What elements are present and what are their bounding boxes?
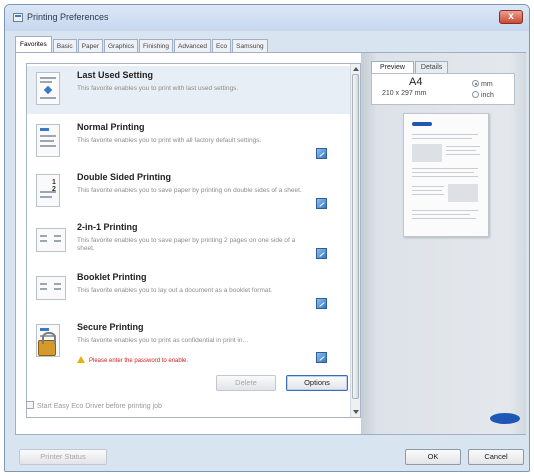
edit-icon[interactable]	[316, 198, 327, 209]
scroll-thumb[interactable]	[352, 74, 359, 399]
unit-radio-inch[interactable]	[472, 91, 479, 98]
tab-bar: Favorites Basic Paper Graphics Finishing…	[15, 36, 269, 53]
lock-icon	[38, 332, 56, 356]
tab-preview[interactable]: Preview	[371, 61, 414, 73]
two-up-icon	[36, 228, 66, 252]
booklet-icon	[36, 276, 66, 300]
favorite-item-secure[interactable]: Secure Printing This favorite enables yo…	[27, 318, 350, 372]
scroll-up-icon[interactable]	[353, 67, 359, 71]
favorite-description: This favorite enables you to lay out a d…	[77, 287, 273, 294]
tab-finishing[interactable]: Finishing	[139, 39, 174, 53]
favorite-description: This favorite enables you to print with …	[77, 137, 262, 144]
close-button[interactable]: x	[499, 10, 523, 24]
dialog-footer: Printer Status OK Cancel	[5, 439, 529, 471]
edit-icon[interactable]	[316, 148, 327, 159]
favorite-description: This favorite enables you to print as co…	[77, 337, 248, 344]
favorite-description: This favorite enables you to save paper …	[77, 187, 302, 194]
delete-button[interactable]: Delete	[216, 375, 276, 391]
warning-icon	[77, 356, 85, 363]
samsung-logo-icon	[490, 413, 520, 424]
favorites-scrollbar[interactable]	[350, 64, 360, 417]
warning-text: Please enter the password to enable.	[89, 358, 189, 364]
favorite-title: Double Sided Printing	[77, 172, 171, 182]
paper-dimensions: 210 x 297 mm	[382, 90, 427, 97]
duplex-icon: 1 2	[36, 174, 60, 207]
favorite-item-booklet[interactable]: Booklet Printing This favorite enables y…	[27, 268, 350, 316]
favorite-title: 2-in-1 Printing	[77, 222, 138, 232]
tab-samsung[interactable]: Samsung	[232, 39, 268, 53]
paper-info: A4 210 x 297 mm mm inch	[371, 73, 515, 105]
tab-basic[interactable]: Basic	[52, 39, 77, 53]
unit-option-mm[interactable]: mm	[472, 80, 493, 88]
favorite-title: Last Used Setting	[77, 70, 154, 80]
printing-preferences-dialog: Printing Preferences x Favorites Basic P…	[4, 4, 530, 472]
cancel-button[interactable]: Cancel	[468, 449, 524, 465]
unit-label-mm: mm	[481, 81, 493, 88]
window-title: Printing Preferences	[27, 12, 109, 22]
preview-page-thumbnail	[403, 113, 489, 237]
document-icon	[36, 124, 60, 157]
password-warning: Please enter the password to enable.	[77, 356, 188, 364]
tab-graphics[interactable]: Graphics	[104, 39, 139, 53]
tab-favorites[interactable]: Favorites	[15, 36, 52, 53]
preview-tabs: Preview Details	[371, 61, 449, 73]
document-icon	[36, 72, 60, 105]
favorite-title: Secure Printing	[77, 322, 144, 332]
favorite-title: Normal Printing	[77, 122, 145, 132]
favorite-description: This favorite enables you to save paper …	[77, 237, 296, 252]
unit-label-inch: inch	[481, 92, 494, 99]
favorite-item-normal[interactable]: Normal Printing This favorite enables yo…	[27, 118, 350, 166]
edit-icon[interactable]	[316, 298, 327, 309]
favorite-item-last-used[interactable]: Last Used Setting This favorite enables …	[27, 66, 350, 114]
tab-details[interactable]: Details	[414, 61, 449, 73]
favorite-item-double-sided[interactable]: 1 2 Double Sided Printing This favorite …	[27, 168, 350, 216]
ok-button[interactable]: OK	[405, 449, 461, 465]
preview-panel: Preview Details A4 210 x 297 mm mm inch	[361, 53, 526, 434]
eco-driver-option[interactable]: Start Easy Eco Driver before printing jo…	[26, 401, 162, 411]
unit-option-inch[interactable]: inch	[472, 91, 494, 99]
scroll-down-icon[interactable]	[353, 410, 359, 414]
favorite-description: This favorite enables you to print with …	[77, 85, 239, 92]
edit-icon[interactable]	[316, 352, 327, 363]
favorite-item-2in1[interactable]: 2-in-1 Printing This favorite enables yo…	[27, 218, 350, 266]
favorite-title: Booklet Printing	[77, 272, 147, 282]
options-button[interactable]: Options	[286, 375, 348, 391]
title-bar: Printing Preferences x	[5, 5, 529, 31]
paper-size: A4	[409, 76, 423, 88]
favorites-pane: Last Used Setting This favorite enables …	[15, 52, 526, 435]
favorites-list: Last Used Setting This favorite enables …	[26, 63, 361, 418]
unit-radio-mm[interactable]	[472, 80, 479, 87]
edit-icon[interactable]	[316, 248, 327, 259]
eco-driver-checkbox[interactable]	[26, 401, 34, 409]
tab-eco[interactable]: Eco	[211, 39, 232, 53]
tab-paper[interactable]: Paper	[77, 39, 103, 53]
eco-driver-label: Start Easy Eco Driver before printing jo…	[37, 403, 162, 410]
printer-status-button[interactable]: Printer Status	[19, 449, 107, 465]
tab-advanced[interactable]: Advanced	[174, 39, 211, 53]
brand-logo-icon	[412, 122, 432, 126]
printer-icon	[13, 13, 23, 22]
